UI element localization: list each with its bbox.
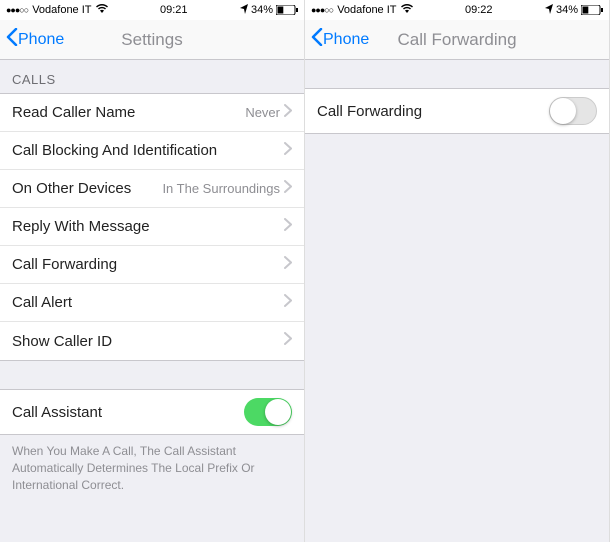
- chevron-left-icon: [311, 28, 323, 51]
- location-icon: [240, 4, 248, 17]
- row-call-alert[interactable]: Call Alert: [0, 284, 304, 322]
- row-label: Call Forwarding: [317, 103, 549, 120]
- chevron-right-icon: [284, 142, 292, 160]
- assistant-footer-text: When You Make A Call, The Call Assistant…: [0, 435, 304, 513]
- location-icon: [545, 4, 553, 17]
- back-button[interactable]: Phone: [6, 28, 64, 51]
- row-call-assistant[interactable]: Call Assistant: [0, 390, 304, 434]
- status-time: 09:21: [160, 4, 188, 16]
- row-call-forwarding[interactable]: Call Forwarding: [0, 246, 304, 284]
- row-label: Call Forwarding: [12, 256, 284, 273]
- back-label: Phone: [18, 31, 64, 49]
- chevron-right-icon: [284, 256, 292, 274]
- row-label: Show Caller ID: [12, 333, 284, 350]
- toggle-call-forwarding[interactable]: [549, 97, 597, 125]
- toggle-call-assistant[interactable]: [244, 398, 292, 426]
- row-other-devices[interactable]: On Other Devices In The Surroundings: [0, 170, 304, 208]
- signal-dots-icon: ●●●○○: [311, 5, 333, 15]
- row-show-caller-id[interactable]: Show Caller ID: [0, 322, 304, 360]
- carrier-label: Vodafone IT: [337, 4, 396, 16]
- row-value: In The Surroundings: [162, 181, 280, 196]
- row-reply-with-message[interactable]: Reply With Message: [0, 208, 304, 246]
- row-label: On Other Devices: [12, 180, 162, 197]
- battery-pct: 34%: [251, 4, 273, 16]
- chevron-right-icon: [284, 332, 292, 350]
- row-label: Reply With Message: [12, 218, 284, 235]
- status-time: 09:22: [465, 4, 493, 16]
- row-read-caller-name[interactable]: Read Caller Name Never: [0, 94, 304, 132]
- row-label: Call Alert: [12, 294, 284, 311]
- group-assistant: Call Assistant: [0, 389, 304, 435]
- section-header-calls: CALLS: [0, 60, 304, 93]
- carrier-label: Vodafone IT: [32, 4, 91, 16]
- page-title: Settings: [121, 30, 182, 50]
- page-title: Call Forwarding: [397, 30, 516, 50]
- nav-bar: Phone Call Forwarding: [305, 20, 609, 60]
- back-button[interactable]: Phone: [311, 28, 369, 51]
- battery-icon: [581, 5, 603, 15]
- screen-call-forwarding: ●●●○○ Vodafone IT 09:22 34% Phone Call F…: [305, 0, 610, 542]
- signal-dots-icon: ●●●○○: [6, 5, 28, 15]
- chevron-right-icon: [284, 218, 292, 236]
- back-label: Phone: [323, 31, 369, 49]
- row-value: Never: [245, 105, 280, 120]
- content-scroll[interactable]: Call Forwarding: [305, 60, 609, 542]
- status-bar: ●●●○○ Vodafone IT 09:21 34%: [0, 0, 304, 20]
- row-label: Call Blocking And Identification: [12, 142, 284, 159]
- wifi-icon: [96, 4, 108, 16]
- row-call-forwarding-toggle[interactable]: Call Forwarding: [305, 89, 609, 133]
- screen-phone-settings: ●●●○○ Vodafone IT 09:21 34% Phone Settin…: [0, 0, 305, 542]
- row-call-blocking[interactable]: Call Blocking And Identification: [0, 132, 304, 170]
- wifi-icon: [401, 4, 413, 16]
- chevron-right-icon: [284, 180, 292, 198]
- chevron-right-icon: [284, 294, 292, 312]
- status-bar: ●●●○○ Vodafone IT 09:22 34%: [305, 0, 609, 20]
- chevron-right-icon: [284, 104, 292, 122]
- nav-bar: Phone Settings: [0, 20, 304, 60]
- battery-pct: 34%: [556, 4, 578, 16]
- content-scroll[interactable]: CALLS Read Caller Name Never Call Blocki…: [0, 60, 304, 542]
- group-calls: Read Caller Name Never Call Blocking And…: [0, 93, 304, 361]
- chevron-left-icon: [6, 28, 18, 51]
- row-label: Call Assistant: [12, 404, 244, 421]
- battery-icon: [276, 5, 298, 15]
- row-label: Read Caller Name: [12, 104, 245, 121]
- group-forwarding: Call Forwarding: [305, 88, 609, 134]
